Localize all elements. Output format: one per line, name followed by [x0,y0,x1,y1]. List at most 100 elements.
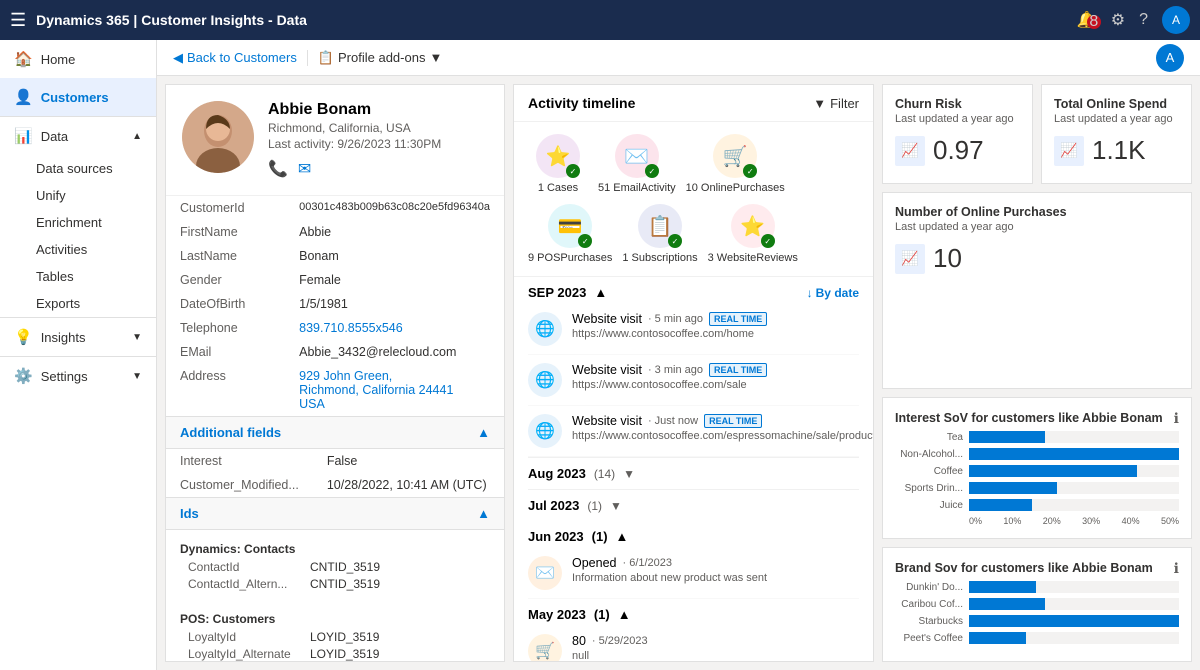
brand-sov-info-icon[interactable]: ℹ [1174,560,1179,577]
sidebar-item-insights[interactable]: 💡 Insights ▼ [0,318,156,356]
bar-label-tea: Tea [895,432,963,443]
brand-sov-header: Brand Sov for customers like Abbie Bonam… [895,560,1179,577]
sidebar-item-customers[interactable]: 👤 Customers [0,78,156,116]
jul-label: Jul 2023 [528,498,579,513]
jul-count: (1) [587,499,602,513]
timeline-month-jun[interactable]: Jun 2023 (1) ▲ [528,521,859,548]
by-date-label: By date [816,286,859,300]
bar-fill-nonalcohol [969,448,1179,460]
jul-expand: ▼ [610,499,622,513]
field-value-firstname: Abbie [285,220,504,244]
field-label-customer-modified: Customer_Modified... [166,473,313,497]
sidebar-item-exports[interactable]: Exports [0,290,156,317]
activity-pos[interactable]: 💳 ✓ 9 POSPurchases [528,204,612,264]
event-title-jun1: Opened · 6/1/2023 [572,556,859,570]
table-row: DateOfBirth 1/5/1981 [166,292,504,316]
bar-track-tea [969,431,1179,443]
sidebar-item-data-sources[interactable]: Data sources [0,155,156,182]
profile-location: Richmond, California, USA [268,121,441,135]
telephone-link[interactable]: 839.710.8555x546 [299,321,403,335]
insights-icon: 💡 [14,328,33,346]
x-tick-50: 50% [1161,516,1179,526]
email-icon[interactable]: ✉ [298,159,311,179]
timeline-month-sep[interactable]: SEP 2023 ▲ ↓ By date [528,277,859,304]
profile-header: Abbie Bonam Richmond, California, USA La… [166,85,504,196]
additional-fields-header[interactable]: Additional fields ▲ [166,416,504,449]
activity-reviews[interactable]: ⭐ ✓ 3 WebsiteReviews [708,204,798,264]
user-avatar-top[interactable]: A [1156,44,1184,72]
aug-count: (14) [594,467,615,481]
nav-icons: 🔔 8 ⚙ ? A [1077,6,1190,34]
timeline-month-may[interactable]: May 2023 (1) ▲ [528,599,859,626]
bar-label-coffee: Coffee [895,466,963,477]
event-title-may1: 80 · 5/29/2023 [572,634,859,648]
bar-fill-peets [969,632,1026,644]
x-tick-20: 20% [1043,516,1061,526]
bar-track-coffee [969,465,1179,477]
additional-fields-chevron: ▲ [477,425,490,440]
field-label-lastname: LastName [166,244,285,268]
sidebar-item-unify[interactable]: Unify [0,182,156,209]
ids-label-loyaltyid-alt: LoyaltyId_Alternate [180,647,310,661]
table-row: Interest False [166,449,504,473]
contact-icons: 📞 ✉ [268,159,441,179]
field-label-dob: DateOfBirth [166,292,285,316]
activity-online-purchases[interactable]: 🛒 ✓ 10 OnlinePurchases [686,134,785,194]
hamburger-icon[interactable]: ☰ [10,10,26,31]
event-name-2: Website visit [572,363,642,377]
bar-label-peets: Peet's Coffee [895,633,963,644]
timeline-month-aug[interactable]: Aug 2023 (14) ▼ [528,457,859,489]
phone-icon[interactable]: 📞 [268,159,288,179]
timeline-month-jul[interactable]: Jul 2023 (1) ▼ [528,489,859,521]
ids-label: Ids [180,506,199,521]
table-row: Address 929 John Green,Richmond, Califor… [166,364,504,416]
bar-row-coffee: Coffee [895,465,1179,477]
sidebar-item-tables[interactable]: Tables [0,263,156,290]
interest-sov-info-icon[interactable]: ℹ [1174,410,1179,427]
activity-cases[interactable]: ⭐ ✓ 1 Cases [528,134,588,194]
field-value-lastname: Bonam [285,244,504,268]
sidebar-item-home[interactable]: 🏠 Home [0,40,156,78]
timeline-event-3: 🌐 Website visit · Just now REAL TIME htt… [528,406,859,457]
avatar[interactable]: A [1162,6,1190,34]
event-icon-2: 🌐 [528,363,562,397]
by-date-button[interactable]: ↓ By date [807,286,859,300]
sidebar-item-data[interactable]: 📊 Data ▲ [0,117,156,155]
profile-label: Profile add-ons [338,50,425,65]
sidebar-item-enrichment[interactable]: Enrichment [0,209,156,236]
interest-sov-card: Interest SoV for customers like Abbie Bo… [882,397,1192,539]
brand-sov-card: Brand Sov for customers like Abbie Bonam… [882,547,1192,662]
sidebar-item-activities[interactable]: Activities [0,236,156,263]
sidebar-section-settings: ⚙️ Settings ▼ [0,356,156,395]
filter-button[interactable]: ▼ Filter [813,96,859,111]
activity-subscriptions[interactable]: 📋 ✓ 1 Subscriptions [622,204,697,264]
email-label: 51 EmailActivity [598,182,676,194]
profile-avatar [182,101,254,173]
aug-expand: ▼ [623,467,635,481]
back-button[interactable]: ◀ Back to Customers [173,50,297,66]
ids-label-contactid: ContactId [180,560,310,574]
settings-icon[interactable]: ⚙ [1111,10,1125,30]
back-arrow-icon: ◀ [173,50,183,66]
bar-row-nonalcohol: Non-Alcohol... [895,448,1179,460]
field-label-gender: Gender [166,268,285,292]
sidebar-item-settings[interactable]: ⚙️ Settings ▼ [0,357,156,395]
ids-header[interactable]: Ids ▲ [166,497,504,530]
event-name-jun1: Opened [572,556,616,570]
field-value-dob: 1/5/1981 [285,292,504,316]
ids-group-title-dynamics: Dynamics: Contacts [180,542,490,556]
event-info-1: Website visit · 5 min ago REAL TIME http… [572,312,859,340]
kpi-row: Churn Risk Last updated a year ago 📈 0.9… [882,84,1192,184]
address-link[interactable]: 929 John Green,Richmond, California 2444… [299,369,453,411]
x-tick-0: 0% [969,516,982,526]
activity-email[interactable]: ✉️ ✓ 51 EmailActivity [598,134,676,194]
field-value-customerid: 00301c483b009b63c08c20e5fd96340a [285,196,504,220]
churn-risk-value: 0.97 [933,135,984,166]
table-row: Telephone 839.710.8555x546 [166,316,504,340]
event-title-1: Website visit · 5 min ago REAL TIME [572,312,859,326]
profile-addons-button[interactable]: 📋 Profile add-ons ▼ [307,50,443,66]
event-time-jun1: · 6/1/2023 [622,557,672,569]
help-icon[interactable]: ? [1139,11,1148,29]
sidebar-section-insights: 💡 Insights ▼ [0,317,156,356]
event-url-2: https://www.contosocoffee.com/sale [572,379,859,391]
